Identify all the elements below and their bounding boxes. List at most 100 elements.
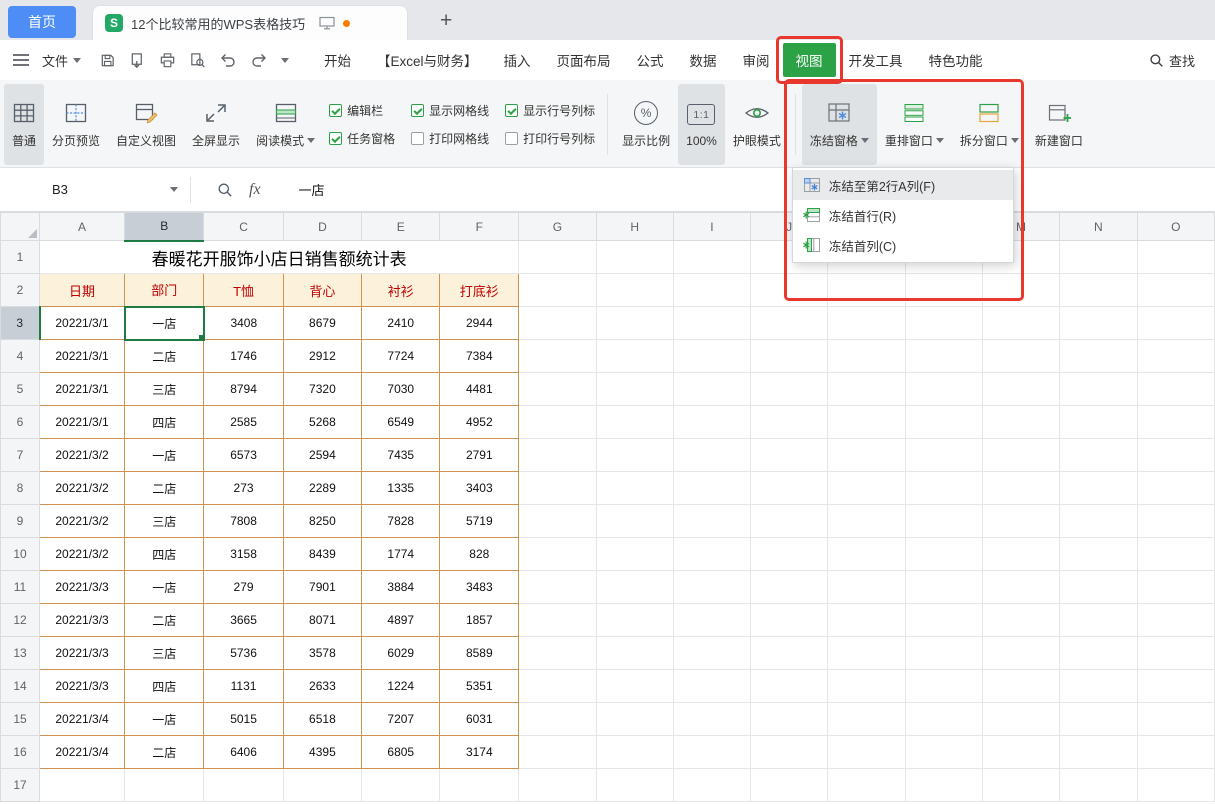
cell-G10[interactable] [519, 538, 596, 571]
cell-C5[interactable]: 8794 [204, 373, 283, 406]
cell-J17[interactable] [751, 769, 828, 802]
cell-E5[interactable]: 7030 [362, 373, 440, 406]
cell-M5[interactable] [982, 373, 1059, 406]
cell-C3[interactable]: 3408 [204, 307, 283, 340]
cell-J5[interactable] [751, 373, 828, 406]
cell-L15[interactable] [905, 703, 982, 736]
row-header-11[interactable]: 11 [1, 571, 40, 604]
cell-A17[interactable] [40, 769, 125, 802]
cell-K10[interactable] [828, 538, 905, 571]
cell-I16[interactable] [673, 736, 750, 769]
cell-E10[interactable]: 1774 [362, 538, 440, 571]
menu-tab-3[interactable]: 插入 [491, 42, 544, 78]
cell-A4[interactable]: 20221/3/1 [40, 340, 125, 373]
new-tab-button[interactable]: + [434, 8, 458, 33]
column-header-G[interactable]: G [519, 213, 596, 241]
cell-I4[interactable] [673, 340, 750, 373]
table-header-cell-E2[interactable]: 衬衫 [362, 274, 440, 307]
cell-D10[interactable]: 8439 [283, 538, 361, 571]
cell-O9[interactable] [1137, 505, 1215, 538]
cell-M9[interactable] [982, 505, 1059, 538]
cell-D13[interactable]: 3578 [283, 637, 361, 670]
print-preview-icon[interactable] [189, 52, 206, 69]
row-header-14[interactable]: 14 [1, 670, 40, 703]
cell-J7[interactable] [751, 439, 828, 472]
cell-O8[interactable] [1137, 472, 1215, 505]
cell-K13[interactable] [828, 637, 905, 670]
cell-N17[interactable] [1060, 769, 1137, 802]
cell-G1[interactable] [519, 241, 596, 274]
menu-tab-9[interactable]: 开发工具 [836, 42, 916, 78]
cell-A11[interactable]: 20221/3/3 [40, 571, 125, 604]
cell-O10[interactable] [1137, 538, 1215, 571]
cell-B10[interactable]: 四店 [125, 538, 204, 571]
cell-L8[interactable] [905, 472, 982, 505]
cell-N7[interactable] [1060, 439, 1137, 472]
checkbox-6[interactable]: 打印行号列标 [505, 130, 595, 147]
cell-H17[interactable] [596, 769, 673, 802]
cell-B7[interactable]: 一店 [125, 439, 204, 472]
cell-K4[interactable] [828, 340, 905, 373]
cell-B5[interactable]: 三店 [125, 373, 204, 406]
cell-O6[interactable] [1137, 406, 1215, 439]
cell-O4[interactable] [1137, 340, 1215, 373]
cell-K2[interactable] [828, 274, 905, 307]
row-header-10[interactable]: 10 [1, 538, 40, 571]
table-header-cell-D2[interactable]: 背心 [283, 274, 361, 307]
cell-D9[interactable]: 8250 [283, 505, 361, 538]
formula-bar-cell-value[interactable]: 一店 [299, 180, 325, 199]
cell-J4[interactable] [751, 340, 828, 373]
column-header-N[interactable]: N [1060, 213, 1137, 241]
cell-L11[interactable] [905, 571, 982, 604]
cell-C4[interactable]: 1746 [204, 340, 283, 373]
cell-I6[interactable] [673, 406, 750, 439]
cell-J2[interactable] [751, 274, 828, 307]
cell-L10[interactable] [905, 538, 982, 571]
cell-F3[interactable]: 2944 [440, 307, 519, 340]
cell-D17[interactable] [283, 769, 361, 802]
ribbon-zoom-ratio-button[interactable]: % 显示比例 [614, 84, 678, 165]
cell-N12[interactable] [1060, 604, 1137, 637]
cell-M16[interactable] [982, 736, 1059, 769]
cell-N10[interactable] [1060, 538, 1137, 571]
cell-H7[interactable] [596, 439, 673, 472]
cell-K3[interactable] [828, 307, 905, 340]
column-header-E[interactable]: E [362, 213, 440, 241]
cell-F9[interactable]: 5719 [440, 505, 519, 538]
cell-I15[interactable] [673, 703, 750, 736]
column-header-A[interactable]: A [40, 213, 125, 241]
cell-O7[interactable] [1137, 439, 1215, 472]
column-header-F[interactable]: F [440, 213, 519, 241]
cell-M6[interactable] [982, 406, 1059, 439]
cell-F12[interactable]: 1857 [440, 604, 519, 637]
cell-O12[interactable] [1137, 604, 1215, 637]
row-header-12[interactable]: 12 [1, 604, 40, 637]
row-header-1[interactable]: 1 [1, 241, 40, 274]
cell-G3[interactable] [519, 307, 596, 340]
cell-F11[interactable]: 3483 [440, 571, 519, 604]
row-header-9[interactable]: 9 [1, 505, 40, 538]
cell-C9[interactable]: 7808 [204, 505, 283, 538]
cell-B9[interactable]: 三店 [125, 505, 204, 538]
cell-H9[interactable] [596, 505, 673, 538]
cell-M15[interactable] [982, 703, 1059, 736]
cell-E12[interactable]: 4897 [362, 604, 440, 637]
menu-tab-4[interactable]: 页面布局 [544, 42, 624, 78]
hamburger-menu-icon[interactable] [12, 53, 30, 67]
cell-C10[interactable]: 3158 [204, 538, 283, 571]
redo-icon[interactable] [250, 51, 268, 69]
menu-tab-5[interactable]: 公式 [624, 42, 677, 78]
cell-F14[interactable]: 5351 [440, 670, 519, 703]
cell-J11[interactable] [751, 571, 828, 604]
cell-F8[interactable]: 3403 [440, 472, 519, 505]
cell-I5[interactable] [673, 373, 750, 406]
checkbox-3[interactable]: 显示网格线 [411, 102, 489, 119]
cell-G9[interactable] [519, 505, 596, 538]
cell-G17[interactable] [519, 769, 596, 802]
table-title-cell[interactable]: 春暖花开服饰小店日销售额统计表 [40, 241, 519, 274]
cell-F16[interactable]: 3174 [440, 736, 519, 769]
row-header-13[interactable]: 13 [1, 637, 40, 670]
cell-E3[interactable]: 2410 [362, 307, 440, 340]
cell-O15[interactable] [1137, 703, 1215, 736]
ribbon-100-percent-button[interactable]: 1:1 100% [678, 84, 725, 165]
